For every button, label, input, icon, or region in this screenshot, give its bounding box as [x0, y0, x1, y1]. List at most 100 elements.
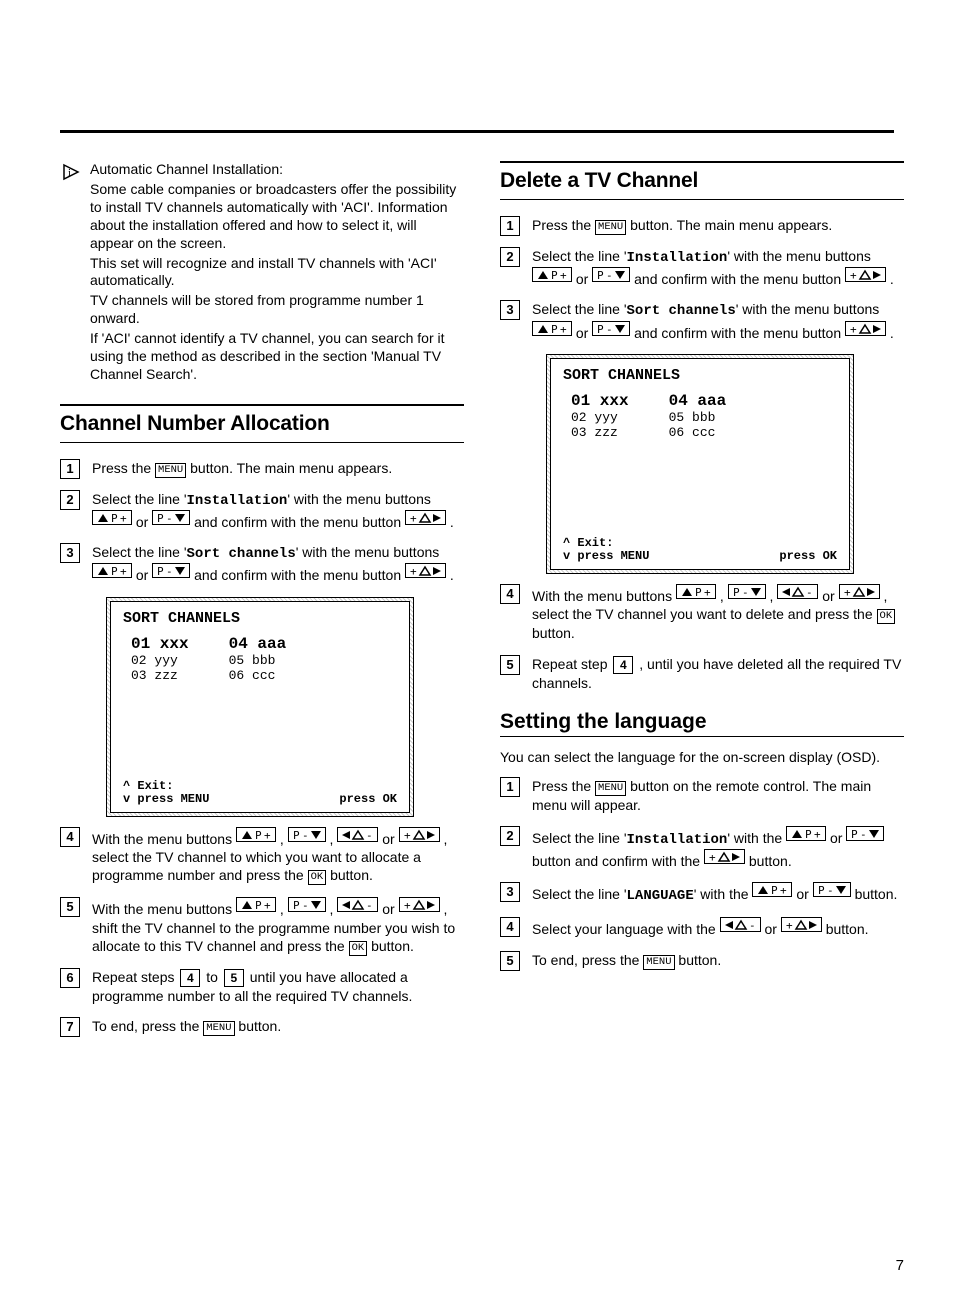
- text: and confirm with the menu button: [194, 514, 405, 530]
- step: 4 With the menu buttons , , or , select …: [60, 827, 464, 885]
- screen-col: 04 aaa 05 bbb 06 ccc: [669, 392, 727, 440]
- screen-list: 01 xxx 02 yyy 03 zzz 04 aaa 05 bbb 06 cc…: [571, 392, 837, 440]
- text: .: [450, 514, 454, 530]
- step: 6 Repeat steps 4 to 5 until you have all…: [60, 968, 464, 1005]
- text: Select the line ': [92, 491, 187, 507]
- lang-intro: You can select the language for the on-s…: [500, 749, 904, 767]
- steps-delete-contd: 4 With the menu buttons , , or , select …: [500, 584, 904, 692]
- mono-language: LANGUAGE: [627, 888, 694, 904]
- p-minus-button: [592, 321, 630, 336]
- text: or: [136, 514, 152, 530]
- text: or: [382, 901, 398, 917]
- text: ' with the menu buttons: [296, 544, 440, 560]
- text: button.: [826, 921, 869, 937]
- right-column: Delete a TV Channel 1 Press the MENU but…: [500, 161, 904, 1048]
- page-number: 7: [896, 1257, 904, 1274]
- screen-title: SORT CHANNELS: [123, 610, 397, 627]
- text: button.: [855, 886, 898, 902]
- text: button.: [678, 952, 721, 968]
- text: Select your language with the: [532, 921, 720, 937]
- screen-col: 01 xxx 02 yyy 03 zzz: [571, 392, 629, 440]
- intro-block: i Automatic Channel Installation: Some c…: [60, 161, 464, 386]
- p-plus-button: [752, 882, 792, 897]
- text: To end, press the: [92, 1018, 203, 1034]
- screen-entry: 05 bbb: [229, 653, 287, 668]
- plus-right-button: [781, 917, 822, 932]
- p-plus-button: [532, 321, 572, 336]
- left-minus-button: [720, 917, 761, 932]
- text: ' with the: [727, 830, 786, 846]
- step: 5 To end, press the MENU button.: [500, 951, 904, 970]
- heading-setting-language: Setting the language: [500, 706, 904, 737]
- screen-entry: 01 xxx: [131, 635, 189, 653]
- text: .: [890, 325, 894, 341]
- p-plus-button: [92, 510, 132, 525]
- screen-footer-line: ^ Exit:: [123, 780, 209, 793]
- text: Repeat steps: [92, 969, 178, 985]
- text: Select the line ': [532, 886, 627, 902]
- menu-button: MENU: [595, 781, 626, 796]
- intro-p2: This set will recognize and install TV c…: [90, 255, 464, 291]
- screen-entry: 05 bbb: [669, 410, 727, 425]
- step: 3 Select the line 'LANGUAGE' with the or…: [500, 882, 904, 905]
- step: 4 Select your language with the or butto…: [500, 917, 904, 938]
- p-plus-button: [236, 827, 276, 842]
- step: 4 With the menu buttons , , or , select …: [500, 584, 904, 642]
- step-number: 3: [500, 882, 520, 902]
- step-number: 5: [500, 655, 520, 675]
- screen-entry: 03 zzz: [571, 425, 629, 440]
- text: With the menu buttons: [92, 901, 236, 917]
- screen-footer: ^ Exit: v press MENU press OK: [563, 537, 837, 563]
- p-plus-button: [532, 267, 572, 282]
- step: 5 With the menu buttons , , or , shift t…: [60, 897, 464, 955]
- screen-footer-right: press OK: [339, 792, 397, 806]
- p-plus-button: [236, 897, 276, 912]
- step-number: 3: [500, 300, 520, 320]
- step-number: 1: [500, 777, 520, 797]
- screen-inner: SORT CHANNELS 01 xxx 02 yyy 03 zzz 04 aa…: [110, 601, 410, 813]
- step-number: 2: [500, 247, 520, 267]
- steps-delete: 1 Press the MENU button. The main menu a…: [500, 216, 904, 342]
- text: Select the line ': [532, 301, 627, 317]
- text: button. The main menu appears.: [630, 217, 832, 233]
- mono-installation: Installation: [187, 493, 288, 509]
- step: 1 Press the MENU button. The main menu a…: [60, 459, 464, 478]
- menu-button: MENU: [595, 220, 626, 235]
- inline-step-ref: 4: [613, 656, 633, 674]
- screen-footer-left: ^ Exit: v press MENU: [123, 780, 209, 806]
- plus-right-button: [704, 849, 745, 864]
- step: 3 Select the line 'Sort channels' with t…: [500, 300, 904, 341]
- heading-delete-tv-channel: Delete a TV Channel: [500, 161, 904, 200]
- screen-spacer: [563, 452, 837, 537]
- plus-right-button: [845, 321, 886, 336]
- info-icon: i: [60, 161, 90, 386]
- screen-entry: 04 aaa: [669, 392, 727, 410]
- screen-entry: 02 yyy: [131, 653, 189, 668]
- p-minus-button: [152, 563, 190, 578]
- text: button.: [532, 625, 575, 641]
- screen-inner: SORT CHANNELS 01 xxx 02 yyy 03 zzz 04 aa…: [550, 358, 850, 570]
- mono-sort-channels: Sort channels: [627, 303, 736, 319]
- p-plus-button: [92, 563, 132, 578]
- screen-footer-line: ^ Exit:: [563, 537, 649, 550]
- screen-entry: 04 aaa: [229, 635, 287, 653]
- plus-right-button: [405, 510, 446, 525]
- screen-spacer: [123, 695, 397, 780]
- p-minus-button: [152, 510, 190, 525]
- step-number: 5: [60, 897, 80, 917]
- text: button.: [330, 867, 373, 883]
- text: .: [450, 567, 454, 583]
- step-number: 4: [60, 827, 80, 847]
- step-number: 6: [60, 968, 80, 988]
- plus-right-button: [405, 563, 446, 578]
- text: or: [136, 567, 152, 583]
- steps-channel-allocation: 1 Press the MENU button. The main menu a…: [60, 459, 464, 585]
- text: and confirm with the menu button: [634, 325, 845, 341]
- plus-right-button: [399, 827, 440, 842]
- text: ' with the menu buttons: [727, 248, 871, 264]
- text: Press the: [532, 217, 595, 233]
- text: to: [206, 969, 222, 985]
- step-number: 5: [500, 951, 520, 971]
- text: Press the: [92, 460, 155, 476]
- step: 5 Repeat step 4 , until you have deleted…: [500, 655, 904, 692]
